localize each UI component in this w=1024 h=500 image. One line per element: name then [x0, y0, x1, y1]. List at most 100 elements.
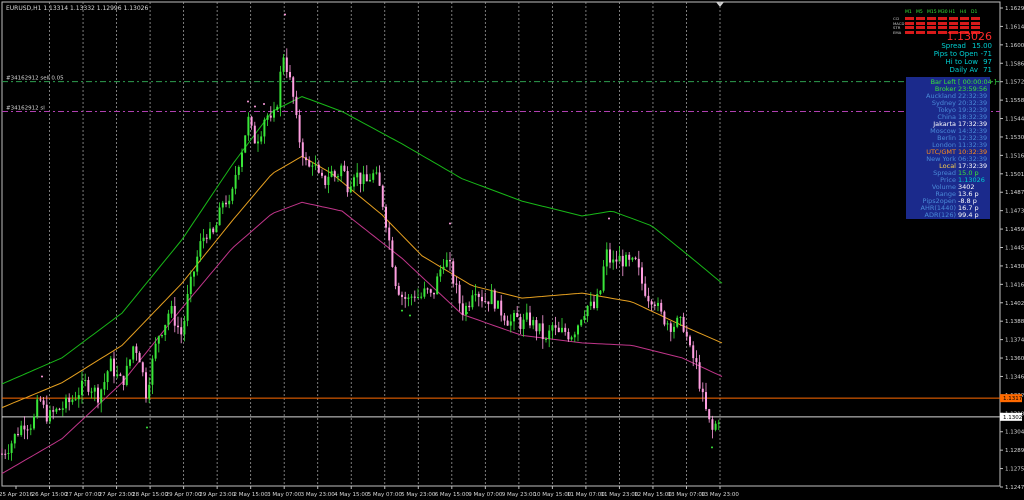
candle-body — [4, 453, 7, 455]
candle-body — [285, 57, 288, 72]
tf-cell — [916, 26, 925, 29]
candle-body — [666, 323, 669, 325]
candle-body — [436, 276, 439, 295]
candle-body — [468, 305, 471, 308]
candle-body — [151, 358, 154, 385]
price-tick-label: 1.13460 — [1005, 374, 1024, 380]
candle-body — [138, 352, 141, 363]
candle-body — [593, 301, 595, 309]
tf-cell — [916, 30, 925, 34]
candle-body — [58, 408, 61, 410]
price-tick-label: 1.15580 — [1005, 98, 1024, 104]
candle-body — [388, 227, 391, 241]
time-tick-label: 11 May 07:00 — [567, 492, 605, 498]
candle-body — [292, 77, 295, 97]
candle-body — [7, 452, 10, 454]
candle-body — [628, 254, 631, 260]
price-tick-label: 1.15725 — [1005, 80, 1024, 86]
candle-body — [247, 116, 250, 136]
fractal-marker — [146, 426, 148, 429]
candle-body — [221, 202, 224, 208]
tf-cell — [916, 21, 925, 25]
candle-body — [93, 387, 96, 392]
candle-body — [349, 186, 352, 193]
time-tick-label: 5 May 07:00 — [368, 492, 403, 498]
candle-body — [564, 327, 567, 332]
tf-label-h4: H4 — [960, 10, 967, 15]
candle-body — [442, 266, 445, 270]
candle-body — [311, 165, 314, 167]
time-tick-label: 26 Apr 15:00 — [32, 492, 68, 498]
candle-body — [506, 320, 509, 326]
candle-body — [20, 425, 23, 436]
candle-body — [535, 320, 538, 332]
candle-body — [215, 225, 218, 233]
candle-body — [237, 166, 240, 175]
tf-cell — [905, 17, 914, 20]
candle-body — [71, 399, 74, 403]
candle-body — [340, 165, 343, 177]
candle-body — [209, 228, 211, 239]
candle-body — [321, 172, 323, 176]
candle-body — [372, 173, 375, 180]
candle-body — [173, 305, 176, 326]
candle-body — [545, 339, 547, 341]
candle-body — [199, 241, 202, 257]
candle-body — [497, 300, 499, 309]
candle-body — [65, 397, 67, 409]
candle-body — [301, 142, 304, 158]
candle-body — [33, 416, 35, 429]
candle-body — [23, 425, 26, 430]
price-chart[interactable]: EURUSD,H1 1.13314 1.13332 1.12996 1.1302… — [0, 0, 1024, 500]
tf-cell — [927, 21, 936, 25]
candle-body — [423, 288, 426, 297]
candle-body — [10, 443, 13, 453]
candle-body — [39, 399, 42, 401]
candle-body — [490, 290, 493, 305]
candle-body — [269, 115, 272, 118]
candle-body — [522, 319, 525, 330]
candle-body — [500, 300, 503, 316]
candle-body — [353, 177, 355, 187]
candle-body — [647, 295, 650, 302]
candle-body — [458, 284, 461, 304]
time-tick-label: 27 Apr 23:00 — [99, 492, 135, 498]
candle-body — [567, 331, 570, 340]
candle-body — [183, 320, 186, 335]
time-tick-label: 5 May 23:00 — [401, 492, 436, 498]
candle-body — [212, 228, 215, 233]
candle-body — [337, 176, 339, 178]
candle-body — [538, 323, 541, 332]
candle-body — [557, 327, 560, 332]
tf-cell — [905, 30, 914, 34]
candle-body — [113, 358, 115, 377]
candle-body — [481, 296, 483, 302]
time-tick-label: 13 May 23:00 — [701, 492, 739, 498]
candle-body — [561, 327, 563, 332]
candle-body — [513, 312, 515, 322]
candle-body — [474, 293, 477, 296]
time-tick-label: 9 May 07:00 — [468, 492, 503, 498]
price-tick-label: 1.14165 — [1005, 282, 1024, 288]
price-tick-label: 1.12755 — [1005, 467, 1024, 473]
price-tick-label: 1.14590 — [1005, 227, 1024, 233]
candle-body — [282, 57, 285, 72]
candle-body — [365, 174, 368, 182]
tf-label-m30: M30 — [938, 10, 948, 15]
time-tick-label: 4 May 15:00 — [334, 492, 369, 498]
time-tick-label: 28 Apr 15:00 — [132, 492, 168, 498]
candle-body — [708, 409, 711, 420]
candle-body — [257, 141, 259, 144]
price-tick-label: 1.14025 — [1005, 301, 1024, 307]
candle-body — [330, 171, 333, 177]
chart-window[interactable]: EURUSD,H1 1.13314 1.13332 1.12996 1.1302… — [0, 0, 1024, 500]
time-tick-label: 6 May 15:00 — [435, 492, 470, 498]
candle-body — [471, 295, 474, 308]
candle-body — [369, 179, 371, 182]
fractal-marker — [449, 222, 451, 225]
candle-body — [602, 266, 605, 291]
candle-body — [295, 96, 298, 116]
candle-body — [324, 175, 327, 185]
candle-body — [621, 255, 624, 267]
order-label: #34162912 sl — [6, 105, 45, 111]
